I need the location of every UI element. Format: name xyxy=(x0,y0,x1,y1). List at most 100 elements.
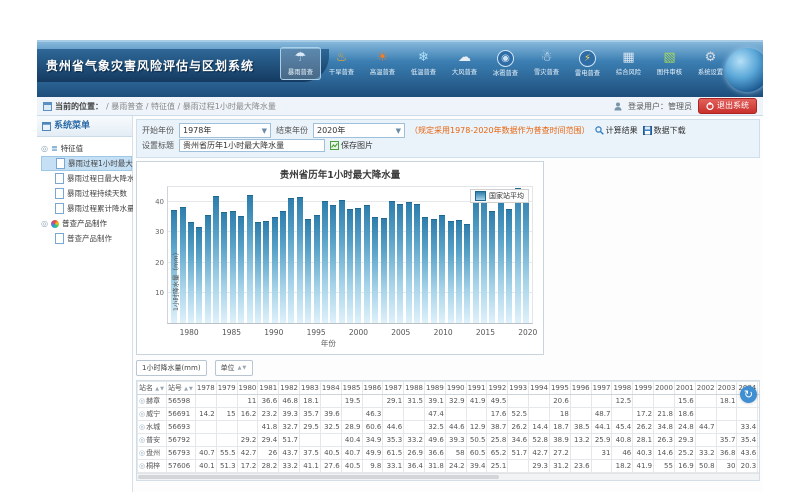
nav-item-lightning[interactable]: ⚡雷电普查 xyxy=(567,47,608,80)
radio-icon[interactable]: ◎ xyxy=(139,436,145,444)
bar-2011[interactable] xyxy=(448,221,454,323)
year-column-header[interactable]: 1994 xyxy=(529,382,550,395)
end-year-select[interactable]: 2020年▼ xyxy=(313,123,405,138)
bar-1986[interactable] xyxy=(238,216,244,323)
bar-2005[interactable] xyxy=(397,204,403,323)
sidebar-item[interactable]: 普查产品制作 xyxy=(41,231,132,246)
bar-2009[interactable] xyxy=(431,219,437,323)
year-column-header[interactable]: 1992 xyxy=(487,382,508,395)
start-year-select[interactable]: 1978年▼ xyxy=(179,123,271,138)
menu-group[interactable]: ◎≣特征值 xyxy=(41,141,132,156)
sidebar-item[interactable]: 暴雨过程1小时最大降水量 xyxy=(41,156,132,171)
bar-1993[interactable] xyxy=(297,197,303,323)
unit-field-chip[interactable]: 单位▲▼ xyxy=(215,360,254,376)
bar-2010[interactable] xyxy=(439,215,445,323)
year-column-header[interactable]: 1984 xyxy=(320,382,341,395)
year-column-header[interactable]: 2003 xyxy=(716,382,737,395)
year-column-header[interactable]: 1978 xyxy=(195,382,216,395)
year-column-header[interactable]: 2002 xyxy=(695,382,716,395)
expander-icon[interactable]: ◎ xyxy=(41,219,48,228)
year-column-header[interactable]: 1989 xyxy=(424,382,445,395)
bar-2015[interactable] xyxy=(481,194,487,323)
bar-1984[interactable] xyxy=(221,212,227,323)
sidebar-item[interactable]: 暴雨过程日最大降水量 xyxy=(41,171,132,186)
nav-item-high-temp[interactable]: ☀高温普查 xyxy=(362,47,403,80)
calculate-button[interactable]: 计算结果 xyxy=(595,125,638,136)
year-column-header[interactable]: 1990 xyxy=(445,382,466,395)
nav-item-snow[interactable]: ☃雪灾普查 xyxy=(526,47,567,80)
sort-icons[interactable]: ▲▼ xyxy=(155,386,165,392)
bar-1983[interactable] xyxy=(213,196,219,323)
table-row[interactable]: ◎水城5669341.832.729.532.528.960.644.632.5… xyxy=(138,421,761,434)
bar-2004[interactable] xyxy=(389,201,395,323)
sidebar-item[interactable]: 暴雨过程持续天数 xyxy=(41,186,132,201)
bar-2008[interactable] xyxy=(422,217,428,323)
bar-2016[interactable] xyxy=(489,211,495,323)
radio-icon[interactable]: ◎ xyxy=(139,449,145,457)
year-column-header[interactable]: 1993 xyxy=(508,382,529,395)
bar-1985[interactable] xyxy=(230,211,236,323)
year-column-header[interactable]: 1996 xyxy=(570,382,591,395)
nav-item-drought[interactable]: ♨干旱普查 xyxy=(321,47,362,80)
table-row[interactable]: ◎桐梓5760640.151.317.228.233.241.127.640.5… xyxy=(138,460,761,473)
nav-item-hail[interactable]: ◉冰雹普查 xyxy=(485,47,526,80)
bar-2018[interactable] xyxy=(506,209,512,323)
bar-1987[interactable] xyxy=(247,195,253,323)
year-column-header[interactable]: 1981 xyxy=(258,382,279,395)
year-column-header[interactable]: 1985 xyxy=(341,382,362,395)
bar-1998[interactable] xyxy=(339,200,345,323)
year-column-header[interactable]: 2001 xyxy=(674,382,695,395)
value-field-chip[interactable]: 1小时降水量(mm) xyxy=(136,360,207,376)
year-column-header[interactable]: 1980 xyxy=(237,382,258,395)
save-image-button[interactable]: 保存图片 xyxy=(330,140,373,151)
horizontal-scrollbar[interactable] xyxy=(137,473,759,480)
bar-2020[interactable] xyxy=(523,191,529,323)
year-column-header[interactable]: 1982 xyxy=(279,382,300,395)
bar-2003[interactable] xyxy=(381,218,387,323)
year-column-header[interactable]: 1998 xyxy=(612,382,633,395)
bar-2019[interactable] xyxy=(515,188,521,323)
bar-2000[interactable] xyxy=(355,208,361,323)
year-column-header[interactable]: 1991 xyxy=(466,382,487,395)
bar-1994[interactable] xyxy=(305,219,311,323)
table-row[interactable]: ◎普安5679229.229.451.740.434.935.333.249.6… xyxy=(138,434,761,447)
bar-1981[interactable] xyxy=(196,227,202,323)
bar-1997[interactable] xyxy=(330,205,336,323)
nav-item-rainstorm[interactable]: ☂暴雨普查 xyxy=(280,47,321,80)
year-column-header[interactable]: 1987 xyxy=(383,382,404,395)
nav-item-comprehensive-risk[interactable]: ▦综合风险 xyxy=(608,47,649,80)
bar-1999[interactable] xyxy=(347,209,353,323)
year-column-header[interactable]: 1983 xyxy=(300,382,321,395)
bar-2001[interactable] xyxy=(364,205,370,323)
bar-2007[interactable] xyxy=(414,204,420,323)
bar-2012[interactable] xyxy=(456,220,462,323)
sort-icons[interactable]: ▲▼ xyxy=(184,386,194,392)
menu-group[interactable]: ◎普查产品制作 xyxy=(41,216,132,231)
nav-item-wind[interactable]: ☁大风普查 xyxy=(444,47,485,80)
year-column-header[interactable]: 2005 xyxy=(758,382,760,395)
bar-1980[interactable] xyxy=(188,222,194,323)
year-column-header[interactable]: 1999 xyxy=(633,382,654,395)
year-column-header[interactable]: 1988 xyxy=(404,382,425,395)
year-column-header[interactable]: 1979 xyxy=(216,382,237,395)
radio-icon[interactable]: ◎ xyxy=(139,410,145,418)
table-row[interactable]: ◎威宁5669114.21516.223.239.335.739.646.347… xyxy=(138,408,761,421)
bar-1990[interactable] xyxy=(272,217,278,323)
id-column-header[interactable]: 站号 ▲▼ xyxy=(166,382,195,395)
bar-1995[interactable] xyxy=(314,215,320,323)
year-column-header[interactable]: 1986 xyxy=(362,382,383,395)
breadcrumb[interactable]: / 暴雨普查 / 特征值 / 暴雨过程1小时最大降水量 xyxy=(106,101,276,112)
radio-icon[interactable]: ◎ xyxy=(139,397,145,405)
bar-1996[interactable] xyxy=(322,201,328,323)
nav-item-low-temp[interactable]: ❄低温普查 xyxy=(403,47,444,80)
expander-icon[interactable]: ◎ xyxy=(41,144,48,153)
bar-1992[interactable] xyxy=(288,198,294,323)
scrollbar-thumb[interactable] xyxy=(138,475,499,479)
bar-2002[interactable] xyxy=(372,217,378,323)
sort-filter-icons[interactable]: ▲▼ xyxy=(238,365,248,371)
bar-2014[interactable] xyxy=(473,198,479,323)
bar-2006[interactable] xyxy=(406,202,412,323)
name-column-header[interactable]: 站名 ▲▼ xyxy=(138,382,167,395)
radio-icon[interactable]: ◎ xyxy=(139,462,145,470)
table-row[interactable]: ◎盘州5679340.755.542.72643.737.540.540.749… xyxy=(138,447,761,460)
